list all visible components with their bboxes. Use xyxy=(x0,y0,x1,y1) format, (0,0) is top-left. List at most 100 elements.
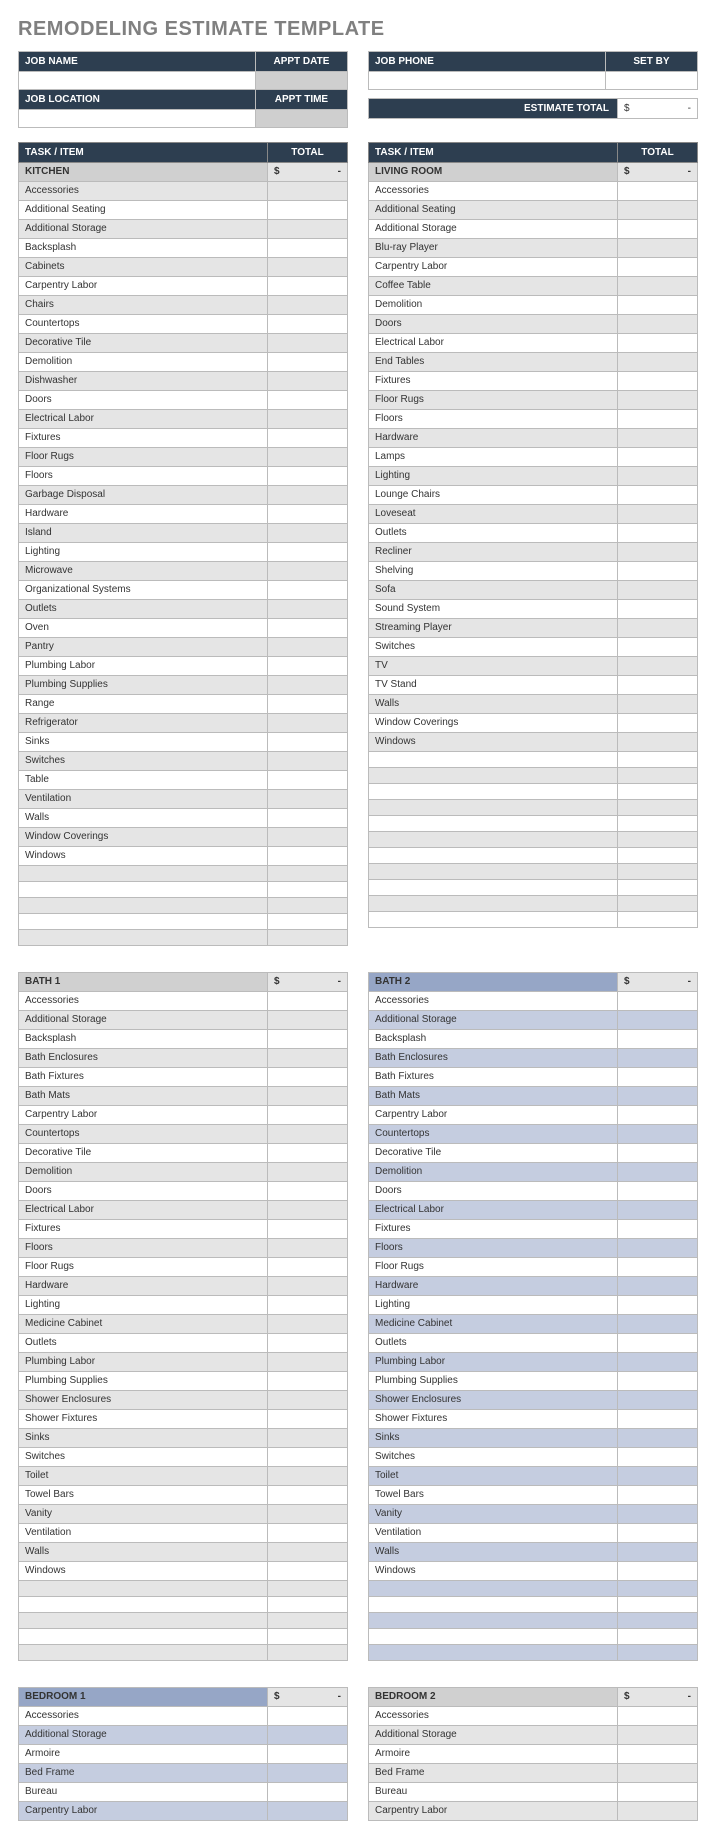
item-value[interactable] xyxy=(618,1049,698,1068)
empty-item-value[interactable] xyxy=(618,880,698,896)
item-value[interactable] xyxy=(268,334,348,353)
item-value[interactable] xyxy=(268,1410,348,1429)
item-value[interactable] xyxy=(268,1764,348,1783)
item-value[interactable] xyxy=(618,638,698,657)
empty-item-value[interactable] xyxy=(268,898,348,914)
item-value[interactable] xyxy=(268,1315,348,1334)
item-value[interactable] xyxy=(618,1505,698,1524)
item-value[interactable] xyxy=(618,448,698,467)
empty-item-value[interactable] xyxy=(268,914,348,930)
empty-item-value[interactable] xyxy=(268,866,348,882)
item-value[interactable] xyxy=(268,1467,348,1486)
empty-item-value[interactable] xyxy=(268,882,348,898)
item-value[interactable] xyxy=(268,277,348,296)
item-value[interactable] xyxy=(268,429,348,448)
empty-item-label[interactable] xyxy=(19,1645,268,1661)
item-value[interactable] xyxy=(618,1315,698,1334)
item-value[interactable] xyxy=(618,1087,698,1106)
item-value[interactable] xyxy=(618,992,698,1011)
item-value[interactable] xyxy=(268,239,348,258)
empty-item-label[interactable] xyxy=(369,912,618,928)
item-value[interactable] xyxy=(268,619,348,638)
item-value[interactable] xyxy=(618,1448,698,1467)
item-value[interactable] xyxy=(618,1030,698,1049)
input-job-location[interactable] xyxy=(19,110,256,128)
item-value[interactable] xyxy=(268,220,348,239)
item-value[interactable] xyxy=(618,1372,698,1391)
item-value[interactable] xyxy=(268,1011,348,1030)
item-value[interactable] xyxy=(268,1296,348,1315)
item-value[interactable] xyxy=(268,581,348,600)
empty-item-label[interactable] xyxy=(19,866,268,882)
item-value[interactable] xyxy=(268,1049,348,1068)
input-appt-time[interactable] xyxy=(255,110,347,128)
item-value[interactable] xyxy=(268,1391,348,1410)
item-value[interactable] xyxy=(618,1802,698,1821)
item-value[interactable] xyxy=(268,828,348,847)
item-value[interactable] xyxy=(268,1353,348,1372)
empty-item-label[interactable] xyxy=(369,816,618,832)
item-value[interactable] xyxy=(268,1087,348,1106)
empty-item-value[interactable] xyxy=(268,1629,348,1645)
item-value[interactable] xyxy=(268,1372,348,1391)
item-value[interactable] xyxy=(268,752,348,771)
empty-item-label[interactable] xyxy=(369,1613,618,1629)
item-value[interactable] xyxy=(618,1106,698,1125)
item-value[interactable] xyxy=(618,182,698,201)
empty-item-label[interactable] xyxy=(369,784,618,800)
empty-item-label[interactable] xyxy=(369,880,618,896)
item-value[interactable] xyxy=(618,1707,698,1726)
item-value[interactable] xyxy=(268,1524,348,1543)
item-value[interactable] xyxy=(618,1068,698,1087)
item-value[interactable] xyxy=(268,809,348,828)
empty-item-value[interactable] xyxy=(268,1645,348,1661)
item-value[interactable] xyxy=(268,1201,348,1220)
item-value[interactable] xyxy=(268,1726,348,1745)
item-value[interactable] xyxy=(268,1163,348,1182)
empty-item-value[interactable] xyxy=(618,1581,698,1597)
empty-item-label[interactable] xyxy=(19,1581,268,1597)
empty-item-label[interactable] xyxy=(19,914,268,930)
item-value[interactable] xyxy=(268,1125,348,1144)
empty-item-value[interactable] xyxy=(618,752,698,768)
empty-item-value[interactable] xyxy=(268,1613,348,1629)
empty-item-value[interactable] xyxy=(618,784,698,800)
empty-item-label[interactable] xyxy=(369,896,618,912)
item-value[interactable] xyxy=(268,505,348,524)
item-value[interactable] xyxy=(618,1163,698,1182)
item-value[interactable] xyxy=(618,220,698,239)
item-value[interactable] xyxy=(618,619,698,638)
item-value[interactable] xyxy=(268,1429,348,1448)
item-value[interactable] xyxy=(268,1277,348,1296)
item-value[interactable] xyxy=(268,410,348,429)
empty-item-value[interactable] xyxy=(618,864,698,880)
item-value[interactable] xyxy=(618,391,698,410)
empty-item-label[interactable] xyxy=(19,1597,268,1613)
item-value[interactable] xyxy=(618,1277,698,1296)
item-value[interactable] xyxy=(268,992,348,1011)
item-value[interactable] xyxy=(268,695,348,714)
empty-item-value[interactable] xyxy=(618,800,698,816)
item-value[interactable] xyxy=(618,1258,698,1277)
item-value[interactable] xyxy=(268,1543,348,1562)
item-value[interactable] xyxy=(618,1144,698,1163)
empty-item-value[interactable] xyxy=(618,848,698,864)
empty-item-label[interactable] xyxy=(369,752,618,768)
item-value[interactable] xyxy=(618,1125,698,1144)
item-value[interactable] xyxy=(618,1429,698,1448)
item-value[interactable] xyxy=(268,353,348,372)
empty-item-value[interactable] xyxy=(618,768,698,784)
item-value[interactable] xyxy=(618,1726,698,1745)
item-value[interactable] xyxy=(268,1783,348,1802)
empty-item-value[interactable] xyxy=(618,816,698,832)
item-value[interactable] xyxy=(268,657,348,676)
item-value[interactable] xyxy=(618,258,698,277)
item-value[interactable] xyxy=(618,562,698,581)
item-value[interactable] xyxy=(268,1486,348,1505)
item-value[interactable] xyxy=(618,410,698,429)
empty-item-label[interactable] xyxy=(369,1645,618,1661)
item-value[interactable] xyxy=(268,467,348,486)
item-value[interactable] xyxy=(618,543,698,562)
item-value[interactable] xyxy=(618,315,698,334)
item-value[interactable] xyxy=(618,1764,698,1783)
